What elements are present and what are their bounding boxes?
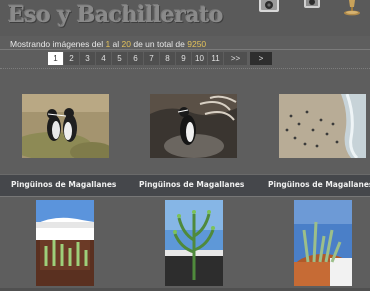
gallery-caption[interactable]: Pingüinos de Magallanes bbox=[139, 180, 244, 189]
status-prefix: Mostrando imágenes del bbox=[10, 39, 106, 49]
pagination: 1 2 3 4 5 6 7 8 9 10 11 >> > bbox=[48, 52, 273, 65]
speaker-icon[interactable] bbox=[300, 0, 324, 10]
status-to: 20 bbox=[121, 39, 131, 49]
gallery-thumbnail-cactus-2[interactable] bbox=[165, 200, 223, 286]
page-link-5[interactable]: 5 bbox=[112, 52, 127, 65]
page-link-6[interactable]: 6 bbox=[128, 52, 143, 65]
page-link-7[interactable]: 7 bbox=[144, 52, 159, 65]
gallery-thumbnail-cactus-1[interactable] bbox=[36, 200, 94, 286]
page-link-4[interactable]: 4 bbox=[96, 52, 111, 65]
divider bbox=[0, 68, 370, 70]
status-middle: al bbox=[110, 39, 122, 49]
gallery-thumbnail-penguins-3[interactable] bbox=[279, 94, 366, 158]
gallery-thumbnail-cactus-3[interactable] bbox=[294, 200, 352, 286]
trophy-icon[interactable] bbox=[340, 0, 364, 16]
site-title[interactable]: Eso y Bachillerato bbox=[8, 2, 223, 28]
gallery-thumbnail-penguins-1[interactable] bbox=[22, 94, 109, 158]
results-status: Mostrando imágenes del 1 al 20 de un tot… bbox=[10, 39, 206, 49]
divider bbox=[0, 196, 370, 197]
status-middle: de un total de bbox=[131, 39, 188, 49]
gallery-caption[interactable]: Pingüinos de Magallanes bbox=[268, 180, 370, 189]
header: Eso y Bachillerato bbox=[0, 0, 370, 36]
divider bbox=[0, 49, 370, 50]
page-link-8[interactable]: 8 bbox=[160, 52, 175, 65]
page-link-11[interactable]: 11 bbox=[208, 52, 223, 65]
page-link-2[interactable]: 2 bbox=[64, 52, 79, 65]
gallery-thumbnail-penguins-2[interactable] bbox=[150, 94, 237, 158]
speaker-icon[interactable] bbox=[256, 0, 282, 14]
page-link-10[interactable]: 10 bbox=[192, 52, 207, 65]
status-total: 9250 bbox=[187, 39, 207, 49]
gallery-caption[interactable]: Pingüinos de Magallanes bbox=[11, 180, 116, 189]
page-link-1[interactable]: 1 bbox=[48, 52, 63, 65]
more-pages-button[interactable]: >> bbox=[224, 52, 247, 65]
next-page-button[interactable]: > bbox=[250, 52, 272, 65]
page-link-3[interactable]: 3 bbox=[80, 52, 95, 65]
page-link-9[interactable]: 9 bbox=[176, 52, 191, 65]
